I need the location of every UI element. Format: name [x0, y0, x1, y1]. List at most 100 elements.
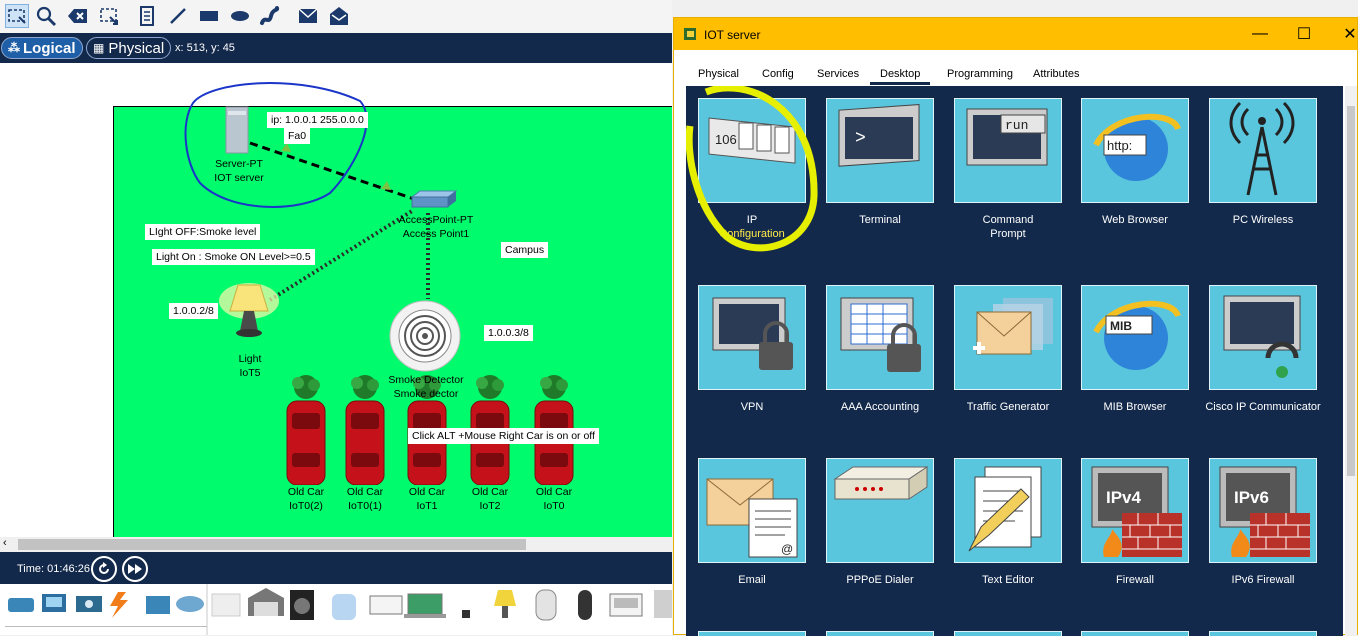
desktop-app[interactable]: PC Wireless: [1199, 98, 1327, 227]
device-mouse-icon: [535, 589, 557, 621]
light-off-note[interactable]: LIght OFF:Smoke level: [145, 224, 261, 240]
tab-desktop[interactable]: Desktop: [870, 66, 931, 85]
car-note[interactable]: Click ALT +Mouse Right Car is on or off: [408, 428, 599, 444]
resize-icon[interactable]: [97, 4, 121, 28]
desktop-app[interactable]: MIB MIB Browser: [1071, 285, 1199, 414]
note-icon[interactable]: [135, 4, 159, 28]
device-garage-icon: [248, 588, 284, 616]
logical-workspace[interactable]: ip: 1.0.0.1 255.0.0.0 Fa0 Server-PT IOT …: [0, 63, 672, 537]
tab-services[interactable]: Services: [813, 66, 863, 82]
complex-pdu-icon[interactable]: [327, 4, 351, 28]
minimize-button[interactable]: —: [1245, 23, 1275, 45]
desktop-app[interactable]: AAA Accounting: [816, 285, 944, 414]
simple-pdu-icon[interactable]: [296, 4, 320, 28]
app-tile[interactable]: run: [954, 98, 1062, 203]
tab-physical[interactable]: Physical: [694, 66, 743, 82]
scroll-thumb[interactable]: [18, 539, 526, 550]
app-tile[interactable]: [826, 631, 934, 636]
rectangle-icon[interactable]: [197, 4, 221, 28]
app-label: Web Browser: [1102, 214, 1168, 226]
app-tile[interactable]: [1209, 285, 1317, 390]
app-label: PC Wireless: [1232, 214, 1294, 226]
physical-icon: ▦: [93, 41, 105, 55]
horizontal-scrollbar[interactable]: ‹: [0, 537, 672, 552]
server-ip-label[interactable]: ip: 1.0.0.1 255.0.0.0: [267, 112, 368, 128]
physical-view-button[interactable]: ▦ Physical: [86, 37, 171, 59]
app-tile[interactable]: @: [698, 458, 806, 563]
device-lamp-icon: [494, 590, 516, 618]
server-port-label: Fa0: [284, 128, 311, 144]
device-monitor-icon: [369, 595, 403, 615]
smoke-ip-label[interactable]: 1.0.0.3/8: [484, 325, 533, 341]
svg-text:http:: http:: [1107, 138, 1132, 153]
server-name: Server-PT IOT server: [214, 158, 264, 184]
server-device[interactable]: [222, 105, 252, 155]
fast-forward-button[interactable]: [122, 556, 148, 582]
app-tile[interactable]: [1209, 631, 1317, 636]
app-tile[interactable]: [1081, 631, 1189, 636]
logical-icon: ⁂: [8, 41, 20, 55]
scroll-thumb[interactable]: [1347, 106, 1355, 476]
view-mode-bar: ⁂ Logical ▦ Physical x: 513, y: 45: [0, 33, 672, 63]
device-sensor-icon: [462, 610, 470, 618]
app-tile[interactable]: MIB: [1081, 285, 1189, 390]
desktop-app[interactable]: run Command Prompt: [944, 98, 1072, 241]
app-tile[interactable]: [826, 285, 934, 390]
tab-config[interactable]: Config: [758, 66, 798, 82]
desktop-app[interactable]: Text Editor: [944, 458, 1072, 587]
simulation-time: Time: 01:46:26: [17, 563, 90, 575]
app-label: AAA Accounting: [840, 401, 920, 413]
scroll-left-icon[interactable]: ‹: [3, 537, 7, 549]
close-button[interactable]: ✕: [1335, 23, 1358, 45]
vertical-scrollbar[interactable]: [1345, 86, 1357, 636]
desktop-app[interactable]: Traffic Generator: [944, 285, 1072, 414]
app-tile[interactable]: IPv4: [1081, 458, 1189, 563]
web-browser-icon: http:: [1093, 113, 1181, 181]
main-toolbar: [0, 0, 672, 33]
app-tile[interactable]: [1209, 98, 1317, 203]
device-door-icon: [211, 593, 241, 617]
tab-programming[interactable]: Programming: [943, 66, 1017, 82]
app-tile[interactable]: [698, 631, 806, 636]
line-icon[interactable]: [166, 4, 190, 28]
desktop-app[interactable]: Cisco IP Communicator: [1199, 285, 1327, 414]
svg-text:>: >: [855, 129, 866, 149]
access-point-device[interactable]: [408, 189, 458, 211]
car-device[interactable]: [284, 373, 328, 486]
freeform-icon[interactable]: [258, 4, 282, 28]
device-screen-icon: [609, 593, 643, 617]
desktop-app[interactable]: IPv6 IPv6 Firewall: [1199, 458, 1327, 587]
light-on-note[interactable]: Light On : Smoke ON Level>=0.5: [152, 249, 315, 265]
light-device[interactable]: [218, 281, 280, 351]
smoke-detector-device[interactable]: [389, 300, 461, 372]
ip-communicator-icon: [1223, 295, 1301, 378]
app-tile[interactable]: [954, 631, 1062, 636]
app-tile[interactable]: [826, 458, 934, 563]
logical-view-button[interactable]: ⁂ Logical: [1, 37, 83, 59]
desktop-app[interactable]: VPN: [688, 285, 816, 414]
desktop-app[interactable]: @ Email: [688, 458, 816, 587]
select-icon[interactable]: [5, 4, 29, 28]
app-tile[interactable]: http:: [1081, 98, 1189, 203]
inspect-icon[interactable]: [34, 4, 58, 28]
light-ip-label[interactable]: 1.0.0.2/8: [169, 303, 218, 319]
delete-icon[interactable]: [66, 4, 90, 28]
app-tile[interactable]: [954, 458, 1062, 563]
svg-text:run: run: [1005, 118, 1028, 133]
window-titlebar[interactable]: IOT server — ☐ ✕: [674, 18, 1357, 50]
svg-text:MIB: MIB: [1110, 319, 1132, 333]
ellipse-icon[interactable]: [228, 4, 252, 28]
link-status-icon: [281, 143, 291, 152]
desktop-app[interactable]: IPv4 Firewall: [1071, 458, 1199, 587]
iot-server-window: IOT server — ☐ ✕ Physical Config Service…: [673, 17, 1358, 636]
maximize-button[interactable]: ☐: [1289, 23, 1319, 45]
app-tile[interactable]: [698, 285, 806, 390]
app-tile[interactable]: IPv6: [1209, 458, 1317, 563]
vpn-icon: [712, 297, 793, 370]
network-devices-icon: [8, 598, 34, 612]
tab-attributes[interactable]: Attributes: [1029, 66, 1083, 82]
desktop-app[interactable]: PPPoE Dialer: [816, 458, 944, 587]
desktop-app[interactable]: http: Web Browser: [1071, 98, 1199, 227]
app-tile[interactable]: [954, 285, 1062, 390]
reset-time-button[interactable]: [91, 556, 117, 582]
